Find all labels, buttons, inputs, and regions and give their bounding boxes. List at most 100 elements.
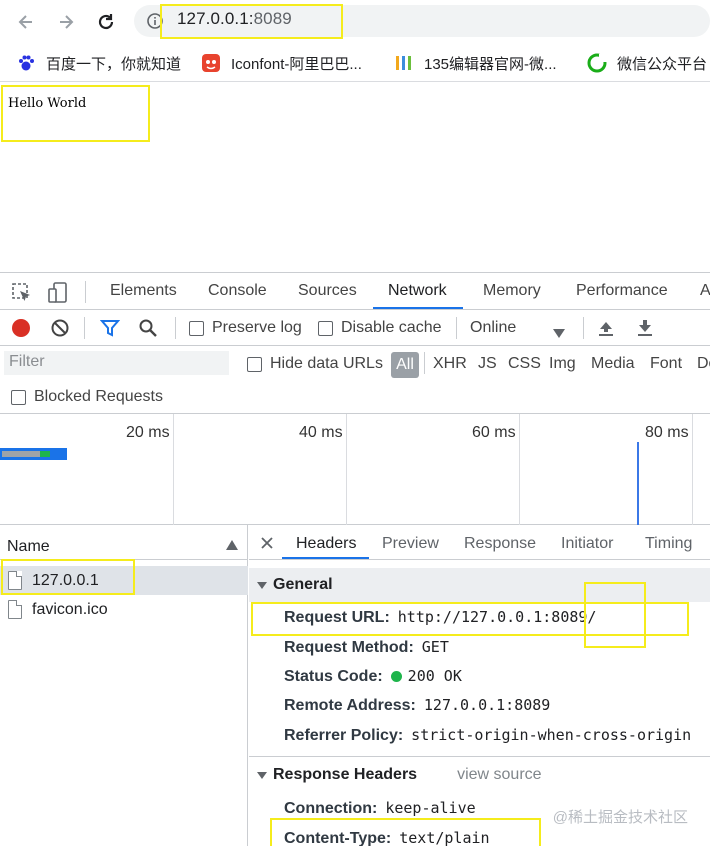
chevron-down-icon[interactable]	[553, 325, 565, 343]
separator	[84, 317, 85, 339]
details-tabbar: Headers Preview Response Initiator Timin…	[249, 525, 710, 560]
filter-type-all[interactable]: All	[391, 352, 419, 378]
throttling-value: Online	[470, 319, 517, 336]
response-headers-section-header[interactable]: Response Headers view source	[249, 758, 710, 792]
baidu-paw-icon	[16, 53, 36, 73]
request-details-pane: Headers Preview Response Initiator Timin…	[249, 525, 710, 846]
page-body-text: Hello World	[8, 96, 87, 111]
tab-performance[interactable]: Performance	[576, 282, 668, 300]
site-info-icon[interactable]	[146, 12, 164, 35]
bookmarks-bar: 百度一下，你就知道 Iconfont-阿里巴巴... 135编辑器官网-微...…	[0, 44, 710, 82]
disable-cache-checkbox[interactable]: Disable cache	[318, 319, 442, 337]
separator	[175, 317, 176, 339]
filter-icon[interactable]	[99, 318, 121, 343]
import-har-icon[interactable]	[597, 319, 615, 342]
export-har-icon[interactable]	[636, 319, 654, 342]
reload-button[interactable]	[92, 8, 120, 36]
tab-network[interactable]: Network	[388, 282, 447, 300]
active-tab-indicator	[373, 307, 463, 309]
waterfall-bar-queue	[2, 451, 40, 457]
back-arrow-icon	[18, 15, 32, 29]
preserve-log-checkbox[interactable]: Preserve log	[189, 319, 302, 337]
filter-type-js[interactable]: JS	[478, 355, 497, 373]
request-row[interactable]: 127.0.0.1	[0, 566, 248, 595]
tab-preview[interactable]: Preview	[382, 535, 439, 553]
iconfont-icon	[201, 53, 221, 73]
general-section-title: General	[273, 576, 333, 593]
tab-sources[interactable]: Sources	[298, 282, 357, 300]
name-column-header[interactable]: Name	[0, 525, 248, 560]
waterfall-bar-waiting	[40, 451, 50, 457]
search-icon[interactable]	[138, 318, 158, 343]
blocked-requests-label: Blocked Requests	[34, 388, 163, 405]
view-source-link[interactable]: view source	[457, 766, 541, 784]
tick-label: 80 ms	[645, 424, 689, 441]
general-section-header[interactable]: General	[249, 568, 710, 602]
filter-type-xhr[interactable]: XHR	[433, 355, 467, 373]
sort-asc-icon[interactable]	[226, 540, 238, 550]
tab-response[interactable]: Response	[464, 535, 536, 553]
network-toolbar: Preserve log Disable cache Online	[0, 310, 710, 346]
bookmark-135editor[interactable]: 135编辑器官网-微...	[394, 52, 557, 74]
throttling-select[interactable]: Online	[470, 319, 516, 337]
grid-line	[692, 414, 693, 525]
preserve-log-label: Preserve log	[212, 319, 302, 336]
expand-triangle-icon	[257, 771, 267, 779]
tab-memory[interactable]: Memory	[483, 282, 541, 300]
filter-type-doc[interactable]: Do	[697, 355, 710, 373]
checkbox-box[interactable]	[189, 320, 204, 336]
document-icon	[8, 571, 22, 590]
back-button[interactable]	[12, 8, 40, 36]
tick-label: 60 ms	[472, 424, 516, 441]
tab-console[interactable]: Console	[208, 282, 267, 300]
inspect-element-icon[interactable]	[11, 282, 33, 309]
filter-type-img[interactable]: Img	[549, 355, 576, 373]
tick-label: 20 ms	[126, 424, 170, 441]
status-ok-icon	[390, 671, 402, 682]
wechat-icon	[587, 53, 607, 73]
tab-initiator[interactable]: Initiator	[561, 535, 613, 553]
tab-headers[interactable]: Headers	[296, 535, 356, 553]
separator	[85, 281, 86, 303]
highlight-page-text	[1, 85, 150, 142]
bookmark-iconfont[interactable]: Iconfont-阿里巴巴...	[201, 52, 362, 74]
checkbox-box[interactable]	[11, 389, 26, 405]
grid-line	[173, 414, 174, 525]
hide-data-urls-label: Hide data URLs	[270, 355, 383, 372]
filter-type-font[interactable]: Font	[650, 355, 682, 373]
close-icon[interactable]	[261, 537, 273, 549]
general-remote-address: Remote Address: 127.0.0.1:8089	[284, 696, 551, 714]
bookmark-baidu[interactable]: 百度一下，你就知道	[16, 52, 181, 74]
hide-data-urls-checkbox[interactable]: Hide data URLs	[247, 355, 383, 373]
clear-icon[interactable]	[50, 318, 70, 343]
forward-arrow-icon	[60, 15, 74, 29]
filter-type-css[interactable]: CSS	[508, 355, 541, 373]
tick-label: 40 ms	[299, 424, 343, 441]
tab-timing[interactable]: Timing	[645, 535, 692, 553]
load-event-marker	[637, 442, 639, 525]
filter-input[interactable]: Filter	[4, 351, 229, 375]
response-header-connection: Connection: keep-alive	[284, 799, 476, 817]
filter-bar: Filter Hide data URLs XHR JS CSS Img Med…	[0, 346, 710, 380]
bookmark-wechat-mp[interactable]: 微信公众平台	[587, 52, 707, 74]
record-icon[interactable]	[12, 319, 30, 337]
forward-button[interactable]	[52, 8, 80, 36]
general-request-method: Request Method: GET	[284, 638, 449, 656]
document-icon	[8, 600, 22, 619]
request-row[interactable]: favicon.ico	[0, 595, 248, 624]
device-toolbar-icon[interactable]	[46, 281, 70, 310]
tab-overflow[interactable]: A	[700, 282, 710, 300]
watermark-text: @稀土掘金技术社区	[552, 809, 688, 826]
blocked-requests-checkbox[interactable]: Blocked Requests	[11, 388, 163, 406]
grid-line	[346, 414, 347, 525]
disable-cache-label: Disable cache	[341, 319, 442, 336]
grid-line	[519, 414, 520, 525]
filter-type-media[interactable]: Media	[591, 355, 635, 373]
checkbox-box[interactable]	[318, 320, 333, 336]
address-bar-url[interactable]: 127.0.0.1:8089	[177, 9, 292, 29]
section-divider	[249, 756, 710, 757]
network-overview[interactable]: 20 ms 40 ms 60 ms 80 ms	[0, 414, 710, 525]
checkbox-box[interactable]	[247, 356, 262, 372]
reload-icon	[98, 14, 114, 30]
tab-elements[interactable]: Elements	[110, 282, 177, 300]
